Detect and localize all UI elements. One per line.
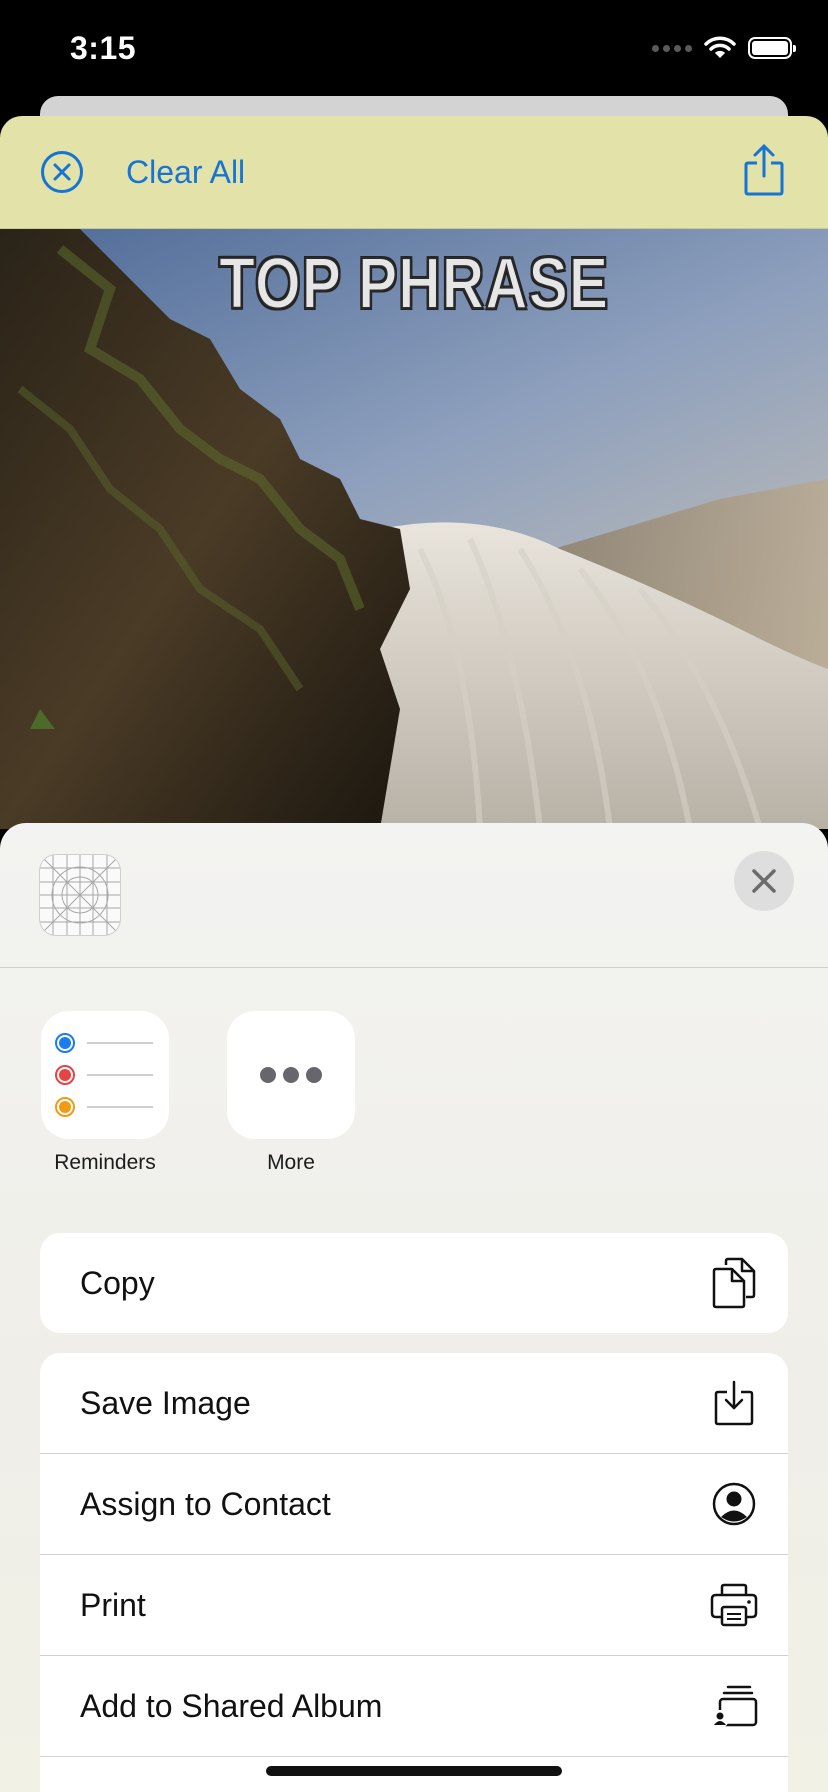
copy-label: Copy: [80, 1264, 155, 1301]
save-image-icon: [710, 1377, 758, 1429]
more-label: More: [267, 1151, 315, 1174]
add-to-shared-album-label: Add to Shared Album: [80, 1687, 383, 1724]
print-icon: [710, 1579, 758, 1631]
wifi-icon: [704, 36, 736, 58]
primary-actions: Copy: [40, 1233, 788, 1333]
share-app-row: Reminders More: [0, 1011, 828, 1181]
copy-icon: [710, 1257, 758, 1309]
meme-image: TOP PHRASE: [0, 229, 828, 829]
cellular-icon: [652, 44, 692, 52]
assign-to-contact-action[interactable]: Assign to Contact: [40, 1454, 788, 1555]
reminders-icon: [41, 1011, 169, 1139]
clear-all-button[interactable]: Clear All: [40, 150, 245, 194]
share-button[interactable]: [744, 144, 784, 196]
copy-action[interactable]: Copy: [40, 1233, 788, 1333]
close-button[interactable]: [734, 851, 794, 911]
share-sheet: Reminders More Copy Save Image Assign to…: [0, 823, 828, 1792]
close-icon: [752, 869, 776, 893]
secondary-actions: Save Image Assign to Contact Print Add t…: [40, 1353, 788, 1792]
add-to-shared-album-action[interactable]: Add to Shared Album: [40, 1656, 788, 1757]
assign-to-contact-label: Assign to Contact: [80, 1485, 331, 1522]
save-image-action[interactable]: Save Image: [40, 1353, 788, 1454]
contact-icon: [710, 1478, 758, 1530]
share-preview-thumbnail: [40, 855, 120, 935]
status-icons: [652, 36, 796, 60]
xmark-circle-icon: [41, 151, 83, 193]
reminders-label: Reminders: [54, 1151, 156, 1174]
status-time: 3:15: [70, 30, 137, 66]
more-icon: [227, 1011, 355, 1139]
reminders-app[interactable]: Reminders: [40, 1011, 170, 1175]
home-indicator: [266, 1766, 562, 1776]
top-phrase[interactable]: TOP PHRASE: [75, 243, 754, 325]
clear-all-label: Clear All: [126, 153, 246, 190]
shared-album-icon: [710, 1680, 758, 1732]
save-image-label: Save Image: [80, 1384, 251, 1421]
share-icon: [744, 144, 784, 196]
app-placeholder-icon: [40, 855, 120, 935]
print-action[interactable]: Print: [40, 1555, 788, 1656]
status-bar: 3:15: [0, 0, 828, 100]
share-sheet-header: [0, 823, 828, 968]
print-label: Print: [80, 1586, 146, 1623]
more-app[interactable]: More: [226, 1011, 356, 1175]
nav-bar: Clear All: [0, 116, 828, 229]
battery-icon: [748, 37, 796, 59]
